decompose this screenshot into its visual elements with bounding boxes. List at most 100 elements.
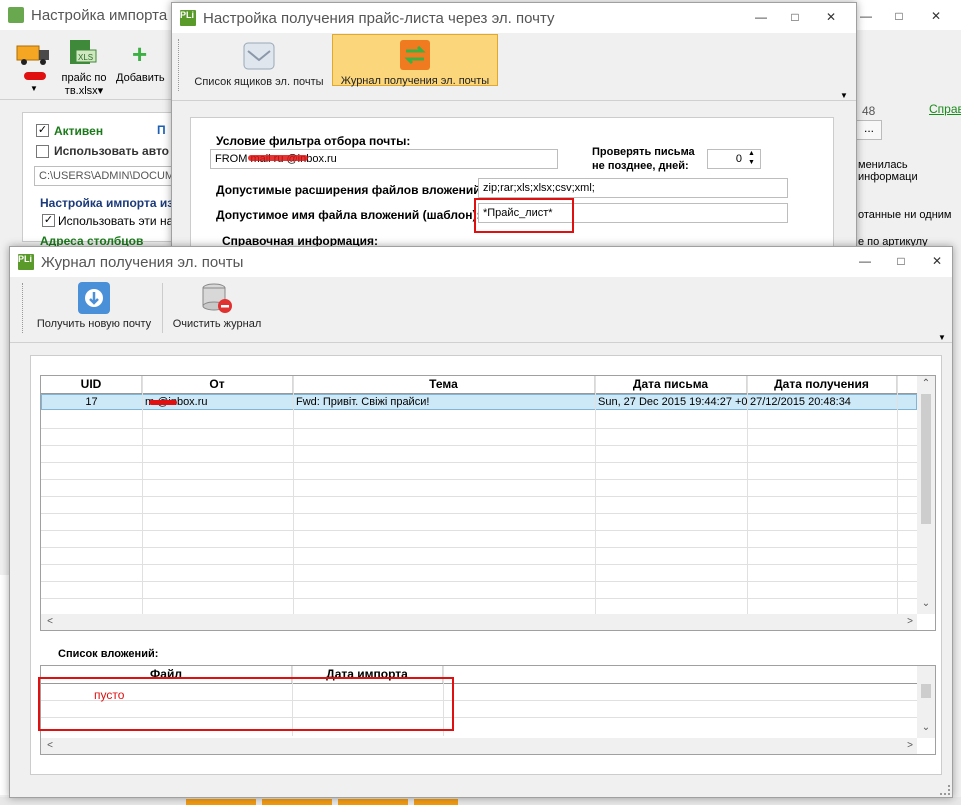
clear-journal-button[interactable]: Очистить журнал — [166, 281, 268, 331]
attach-scroll-down-icon[interactable]: ⌄ — [919, 722, 933, 733]
col-uid[interactable]: UID — [41, 376, 142, 393]
red-scribble — [24, 72, 46, 80]
attachments-label: Список вложений: — [58, 648, 159, 660]
maximize-icon[interactable]: □ — [888, 8, 910, 24]
attach-scroll-right-icon[interactable]: > — [903, 740, 917, 751]
empty-table-row-line — [41, 513, 917, 514]
front-minimize-icon[interactable]: — — [854, 253, 876, 269]
import-section-label: Настройка импорта из — [40, 196, 174, 210]
dropdown-arrow-icon[interactable]: ▼ — [30, 84, 38, 93]
truck-icon[interactable] — [16, 40, 52, 68]
empty-table-row-line — [41, 564, 917, 565]
bg-bottom-orange-2 — [262, 799, 332, 805]
table-column-line — [142, 376, 143, 614]
bg-right-text-2: отанные ни одним — [858, 209, 952, 221]
col-subject[interactable]: Тема — [293, 376, 595, 393]
bg-bottom-strip — [0, 797, 961, 805]
minimize-icon[interactable]: — — [855, 8, 877, 24]
ext-field[interactable]: zip;rar;xls;xlsx;csv;xml; — [478, 178, 788, 198]
empty-table-row-line — [41, 479, 917, 480]
front-window-title: Журнал получения эл. почты — [41, 253, 244, 271]
table-column-line — [747, 376, 748, 614]
add-plus-icon[interactable]: + — [132, 41, 147, 67]
xls-icon: XLS — [66, 38, 98, 66]
front-maximize-icon[interactable]: □ — [890, 253, 912, 269]
svg-text:XLS: XLS — [78, 53, 93, 62]
mid-minimize-icon[interactable]: — — [750, 9, 772, 25]
front-close-icon[interactable]: ✕ — [926, 253, 948, 269]
days-spinner-down-icon[interactable]: ▼ — [748, 159, 755, 166]
check-days-label: Проверять письма не позднее, дней: — [592, 146, 695, 172]
bg-right-count: 48 — [862, 104, 876, 118]
active-checkbox[interactable]: ✓ — [36, 124, 49, 137]
clear-journal-label: Очистить журнал — [172, 318, 262, 330]
mailboxes-list-button[interactable]: Список ящиков эл. почты — [186, 39, 332, 89]
mid-window-title: Настройка получения прайс-листа через эл… — [203, 9, 555, 27]
empty-table-row-line — [41, 462, 917, 463]
ext-label: Допустимые расширения файлов вложений: — [216, 183, 485, 197]
use-these-checkbox[interactable]: ✓ — [42, 214, 55, 227]
mail-settings-window: PLi Настройка получения прайс-листа чере… — [171, 2, 857, 248]
mid-close-icon[interactable]: ✕ — [820, 9, 842, 25]
bg-window-title: Настройка импорта — [31, 6, 168, 24]
empty-table-row-line — [41, 496, 917, 497]
empty-table-row-line — [41, 428, 917, 429]
active-label: Активен — [54, 124, 104, 138]
file-button-label[interactable]: прайс по тв.xlsx▾ — [56, 72, 112, 98]
mail-scroll-down-icon[interactable]: ⌄ — [919, 598, 933, 609]
col-mail-date[interactable]: Дата письма — [595, 376, 747, 393]
attachments-red-highlight — [38, 677, 454, 731]
use-these-label: Использовать эти нас — [58, 214, 180, 228]
bg-right-link[interactable]: Справ — [929, 102, 961, 116]
col-from[interactable]: От — [142, 376, 293, 393]
empty-table-row-line — [41, 581, 917, 582]
mid-toolbar-scroll-icon[interactable]: ▼ — [840, 91, 848, 100]
get-new-mail-label: Получить новую почту — [36, 318, 152, 330]
empty-table-row-line — [41, 445, 917, 446]
mail-hscrollbar[interactable] — [41, 614, 917, 630]
close-icon[interactable]: ✕ — [925, 8, 947, 24]
get-new-mail-button[interactable]: Получить новую почту — [28, 281, 160, 331]
pli-app-icon: PLi — [180, 10, 196, 26]
empty-table-row-line — [41, 598, 917, 599]
attach-scroll-left-icon[interactable]: < — [43, 740, 57, 751]
mail-scroll-right-icon[interactable]: > — [903, 616, 917, 627]
bg-bottom-orange-3 — [338, 799, 408, 805]
row-subject: Fwd: Привіт. Свіжі прайси! — [296, 396, 430, 408]
bg-right-text-1: менилась информаци — [858, 159, 918, 183]
mailboxes-list-label: Список ящиков эл. почты — [194, 76, 324, 88]
mail-journal-button[interactable]: Журнал получения эл. почты — [332, 34, 498, 87]
table-column-line — [897, 376, 898, 614]
table-column-line — [293, 376, 294, 614]
tab-letter[interactable]: П — [157, 123, 166, 137]
resize-grip-icon[interactable] — [940, 785, 950, 795]
use-auto-label: Использовать авто — [54, 144, 169, 158]
front-toolbar-grip — [22, 283, 25, 333]
path-field[interactable]: C:\USERS\ADMIN\DOCUME — [34, 166, 174, 186]
front-toolbar-scroll-icon[interactable]: ▼ — [938, 333, 946, 342]
from-scribble — [149, 400, 177, 405]
pli-app-icon-front: PLi — [18, 254, 34, 270]
row-received: 27/12/2015 20:48:34 — [750, 396, 851, 408]
mail-scroll-thumb[interactable] — [921, 394, 931, 524]
col-received[interactable]: Дата получения — [747, 376, 897, 393]
app-icon — [8, 7, 24, 23]
empty-table-row-line — [41, 547, 917, 548]
mid-maximize-icon[interactable]: □ — [784, 9, 806, 25]
attach-scroll-thumb[interactable] — [921, 684, 931, 698]
mid-toolbar-grip — [178, 39, 181, 91]
table-column-line — [595, 376, 596, 614]
front-titlebar: PLi Журнал получения эл. почты — [10, 247, 952, 277]
envelope-icon — [242, 39, 276, 73]
mail-scroll-left-icon[interactable]: < — [43, 616, 57, 627]
use-auto-checkbox[interactable] — [36, 145, 49, 158]
days-spinner-up-icon[interactable]: ▲ — [748, 150, 755, 157]
add-button-label[interactable]: Добавить — [116, 72, 165, 84]
filter-scribble — [248, 155, 308, 161]
mail-journal-window: PLi Журнал получения эл. почты — □ ✕ Пол… — [9, 246, 953, 798]
bg-right-dots-button[interactable]: ... — [856, 120, 882, 140]
bg-bottom-orange-1 — [186, 799, 256, 805]
mail-table: UID От Тема Дата письма Дата получения 1… — [40, 375, 936, 631]
attach-hscrollbar[interactable] — [41, 738, 917, 754]
mail-scroll-up-icon[interactable]: ⌃ — [919, 378, 933, 389]
